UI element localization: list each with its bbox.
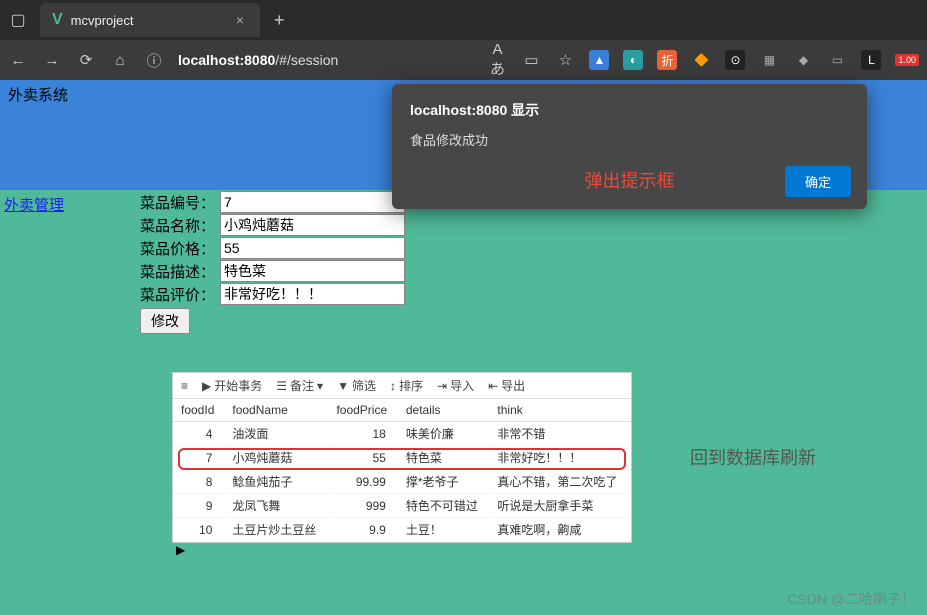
col-foodid[interactable]: foodId (173, 399, 224, 422)
filter-button[interactable]: ▼ 筛选 (337, 377, 376, 394)
browser-chrome: ▢ V mcvproject × + ← → ⟳ ⌂ ⓘ localhost:8… (0, 0, 927, 80)
menu-icon[interactable]: ≡ (181, 379, 188, 393)
modify-button[interactable]: 修改 (140, 308, 190, 334)
table-row[interactable]: 10土豆片炒土豆丝9.9土豆！真难吃啊，齁咸 (173, 518, 631, 542)
alert-annotation: 弹出提示框 (410, 167, 849, 193)
new-tab-button[interactable]: + (260, 10, 299, 31)
ext-icon[interactable]: ▲ (589, 50, 609, 70)
home-icon[interactable]: ⌂ (110, 52, 130, 69)
browser-tab[interactable]: V mcvproject × (40, 3, 260, 37)
refresh-icon[interactable]: ⟳ (76, 51, 96, 69)
tabs-overview-icon[interactable]: ▢ (0, 2, 36, 38)
memo-button[interactable]: ☰ 备注 ▾ (276, 377, 323, 394)
col-think[interactable]: think (489, 399, 631, 422)
close-icon[interactable]: × (232, 12, 248, 28)
back-icon[interactable]: ← (8, 52, 28, 69)
address-box[interactable]: localhost:8080/#/session (178, 52, 338, 68)
database-panel: ≡ ▶ 开始事务 ☰ 备注 ▾ ▼ 筛选 ↕ 排序 ⇥ 导入 ⇤ 导出 food… (172, 372, 632, 543)
refresh-annotation: 回到数据库刷新 (690, 444, 816, 470)
alert-dialog: localhost:8080 显示 食品修改成功 弹出提示框 确定 (392, 84, 867, 209)
col-details[interactable]: details (398, 399, 490, 422)
alert-ok-button[interactable]: 确定 (785, 166, 851, 197)
col-foodprice[interactable]: foodPrice (328, 399, 397, 422)
watermark: CSDN @二哈喇子！ (787, 589, 915, 609)
ext-icon[interactable]: ▭ (827, 50, 847, 70)
forward-icon[interactable]: → (42, 52, 62, 69)
label-price: 菜品价格： (140, 238, 220, 259)
vue-icon: V (52, 11, 63, 29)
ext-icon[interactable]: 折 (657, 50, 677, 70)
alert-title: localhost:8080 显示 (410, 100, 849, 120)
alert-message: 食品修改成功 (410, 130, 849, 149)
start-transaction-button[interactable]: ▶ 开始事务 (202, 377, 262, 394)
import-button[interactable]: ⇥ 导入 (437, 377, 474, 394)
app-title: 外卖系统 (8, 87, 68, 104)
sidebar: 外卖管理 (0, 190, 140, 334)
tab-bar: ▢ V mcvproject × + (0, 0, 927, 40)
ext-icon[interactable]: ▦ (759, 50, 779, 70)
table-row[interactable]: 4油泼面18味美价廉非常不错 (173, 422, 631, 446)
input-review[interactable] (220, 283, 405, 305)
label-review: 菜品评价： (140, 284, 220, 305)
ext-icon[interactable]: L (861, 50, 881, 70)
sort-button[interactable]: ↕ 排序 (390, 377, 423, 394)
row-cursor-icon: ▶ (176, 543, 185, 557)
ext-icon[interactable]: 🔶 (691, 50, 711, 70)
site-info-icon[interactable]: ⓘ (144, 50, 164, 71)
favorite-icon[interactable]: ☆ (555, 51, 575, 69)
ext-icon[interactable]: ◆ (793, 50, 813, 70)
ext-icon[interactable]: ⊙ (725, 50, 745, 70)
export-button[interactable]: ⇤ 导出 (488, 377, 525, 394)
input-id[interactable] (220, 191, 405, 213)
label-desc: 菜品描述： (140, 261, 220, 282)
table-row[interactable]: 8鲶鱼炖茄子99.99撑*老爷子真心不错，第二次吃了 (173, 470, 631, 494)
label-id: 菜品编号： (140, 192, 220, 213)
input-name[interactable] (220, 214, 405, 236)
db-toolbar: ≡ ▶ 开始事务 ☰ 备注 ▾ ▼ 筛选 ↕ 排序 ⇥ 导入 ⇤ 导出 (173, 373, 631, 399)
db-table: foodId foodName foodPrice details think … (173, 399, 631, 542)
input-price[interactable] (220, 237, 405, 259)
sidebar-link-manage[interactable]: 外卖管理 (4, 197, 64, 214)
url-bar: ← → ⟳ ⌂ ⓘ localhost:8080/#/session Aあ ▭ … (0, 40, 927, 80)
reader-icon[interactable]: ▭ (521, 51, 541, 69)
edit-form: 菜品编号： 菜品名称： 菜品价格： 菜品描述： 菜品评价： 修改 (140, 190, 405, 334)
tab-title: mcvproject (71, 13, 232, 28)
extensions: Aあ ▭ ☆ ▲ ◐ 折 🔶 ⊙ ▦ ◆ ▭ L 1.00 (487, 41, 919, 79)
label-name: 菜品名称： (140, 215, 220, 236)
table-row[interactable]: 7小鸡炖蘑菇55特色菜非常好吃！！！ (173, 446, 631, 470)
ext-icon[interactable]: ◐ (623, 50, 643, 70)
text-size-icon[interactable]: Aあ (487, 41, 507, 79)
table-row[interactable]: 9龙凤飞舞999特色不可错过听说是大厨拿手菜 (173, 494, 631, 518)
badge: 1.00 (895, 54, 919, 66)
col-foodname[interactable]: foodName (224, 399, 328, 422)
input-desc[interactable] (220, 260, 405, 282)
